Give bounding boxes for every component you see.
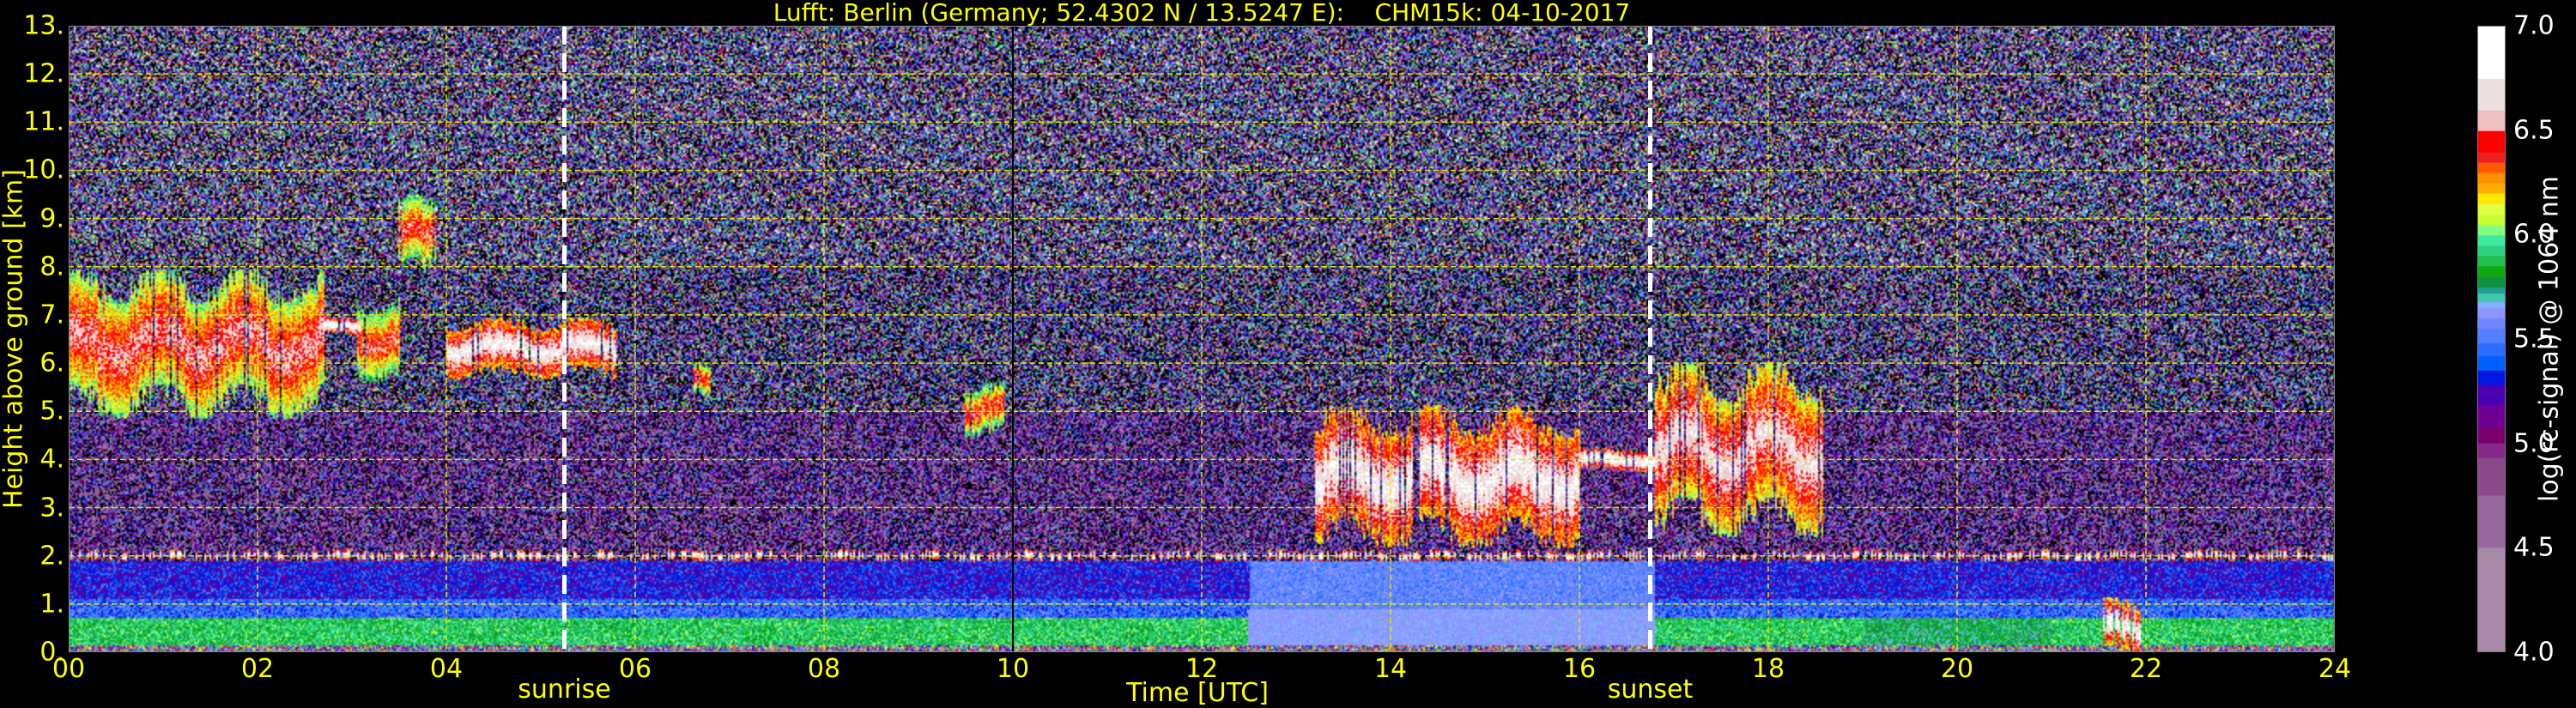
x-tick-label: 06 [618, 654, 652, 684]
x-tick-label: 22 [2129, 654, 2163, 684]
x-tick-label: 16 [1562, 654, 1597, 684]
y-tick-label: 6. [39, 348, 64, 378]
y-tick-label: 1. [39, 589, 64, 620]
y-tick-label: 2. [39, 541, 64, 572]
sunrise-label: sunrise [518, 675, 611, 705]
x-tick-label: 08 [807, 654, 841, 684]
y-axis-label: Height above ground [km] [0, 169, 29, 509]
colorbar-tick-label: 4.5 [2513, 532, 2555, 563]
colorbar-tick-label: 7.0 [2513, 10, 2555, 41]
x-tick-label: 14 [1373, 654, 1408, 684]
y-tick-label: 12. [23, 58, 64, 89]
x-tick-label: 10 [996, 654, 1030, 684]
chart-title: Lufft: Berlin (Germany; 52.4302 N / 13.5… [773, 0, 1631, 27]
colorbar [2477, 26, 2506, 652]
y-tick-label: 7. [39, 300, 64, 330]
plot-area [69, 26, 2335, 652]
y-tick-label: 8. [39, 251, 64, 282]
x-axis-label: Time [UTC] [1126, 678, 1269, 708]
x-tick-label: 04 [429, 654, 464, 684]
colorbar-tick-label: 4.0 [2513, 637, 2555, 668]
y-tick-label: 13. [23, 10, 64, 41]
y-tick-label: 5. [39, 396, 64, 427]
x-tick-label: 24 [2318, 654, 2352, 684]
y-tick-label: 3. [39, 493, 64, 523]
colorbar-tick-label: 6.5 [2513, 115, 2555, 146]
colorbar-label: log(rc-signal) @ 1064 nm [2534, 175, 2565, 503]
plot-overlay [69, 26, 2335, 652]
y-tick-label: 4. [39, 444, 64, 475]
y-tick-label: 9. [39, 203, 64, 234]
x-tick-label: 18 [1751, 654, 1785, 684]
y-tick-label: 11. [23, 106, 64, 137]
x-tick-label: 00 [52, 654, 86, 684]
x-tick-label: 20 [1940, 654, 1974, 684]
x-tick-label: 02 [240, 654, 275, 684]
y-tick-label: 10. [23, 154, 64, 185]
sunset-label: sunset [1607, 675, 1694, 705]
